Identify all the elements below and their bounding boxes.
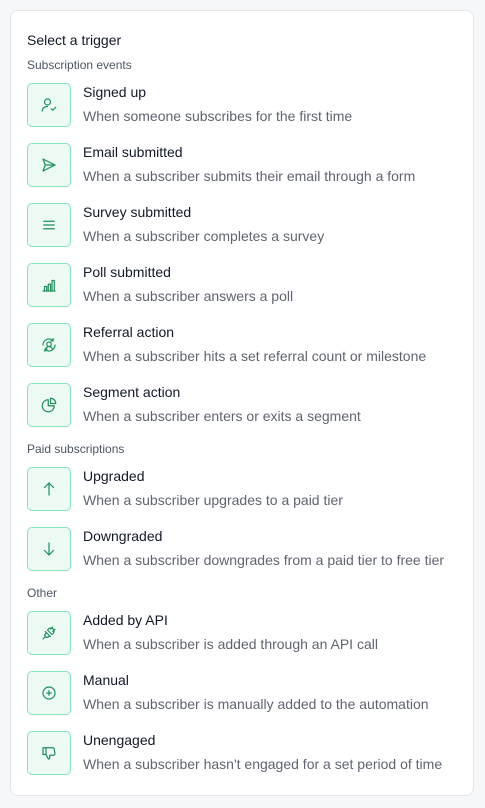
section-label-subscription-events: Subscription events (27, 58, 132, 72)
trigger-referral-action[interactable]: Referral action When a subscriber hits a… (27, 323, 463, 369)
trigger-email-submitted[interactable]: Email submitted When a subscriber submit… (27, 143, 463, 189)
section-label-other: Other (27, 586, 58, 600)
trigger-title: Downgraded (83, 528, 163, 544)
trigger-upgraded[interactable]: Upgraded When a subscriber upgrades to a… (27, 467, 463, 513)
trigger-downgraded[interactable]: Downgraded When a subscriber downgrades … (27, 527, 463, 573)
trigger-poll-submitted[interactable]: Poll submitted When a subscriber answers… (27, 263, 463, 309)
bar-chart-icon (27, 263, 71, 307)
trigger-title: Added by API (83, 612, 168, 628)
trigger-description: When a subscriber answers a poll (83, 288, 294, 304)
trigger-description: When a subscriber is manually added to t… (83, 696, 429, 712)
trigger-description: When a subscriber upgrades to a paid tie… (83, 492, 343, 508)
trigger-title: Email submitted (83, 144, 183, 160)
trigger-unengaged[interactable]: Unengaged When a subscriber hasn't engag… (27, 731, 463, 777)
trigger-title: Manual (83, 672, 129, 688)
trigger-title: Upgraded (83, 468, 145, 484)
thumbs-down-icon (27, 731, 71, 775)
trigger-title: Unengaged (83, 732, 156, 748)
trigger-title: Referral action (83, 324, 175, 340)
plug-icon (27, 611, 71, 655)
trigger-title: Segment action (83, 384, 181, 400)
panel-title: Select a trigger (27, 32, 122, 48)
arrow-down-icon (27, 527, 71, 571)
trigger-title: Survey submitted (83, 204, 192, 220)
trigger-title: Signed up (83, 84, 147, 100)
referral-icon (27, 323, 71, 367)
trigger-added-by-api[interactable]: Added by API When a subscriber is added … (27, 611, 463, 657)
arrow-up-icon (27, 467, 71, 511)
trigger-description: When a subscriber hasn't engaged for a s… (83, 756, 443, 772)
user-check-icon (27, 83, 71, 127)
trigger-segment-action[interactable]: Segment action When a subscriber enters … (27, 383, 463, 429)
pie-chart-icon (27, 383, 71, 427)
trigger-survey-submitted[interactable]: Survey submitted When a subscriber compl… (27, 203, 463, 249)
trigger-description: When a subscriber downgrades from a paid… (83, 552, 445, 568)
plus-circle-icon (27, 671, 71, 715)
trigger-manual[interactable]: Manual When a subscriber is manually add… (27, 671, 463, 717)
trigger-description: When a subscriber completes a survey (83, 228, 325, 244)
trigger-description: When a subscriber submits their email th… (83, 168, 416, 184)
trigger-description: When someone subscribes for the first ti… (83, 108, 353, 124)
trigger-description: When a subscriber is added through an AP… (83, 636, 378, 652)
send-icon (27, 143, 71, 187)
trigger-panel: Select a trigger Subscription events Sig… (10, 10, 474, 796)
trigger-description: When a subscriber hits a set referral co… (83, 348, 427, 364)
trigger-signed-up[interactable]: Signed up When someone subscribes for th… (27, 83, 463, 129)
trigger-title: Poll submitted (83, 264, 171, 280)
section-label-paid-subscriptions: Paid subscriptions (27, 442, 125, 456)
list-icon (27, 203, 71, 247)
trigger-description: When a subscriber enters or exits a segm… (83, 408, 361, 424)
